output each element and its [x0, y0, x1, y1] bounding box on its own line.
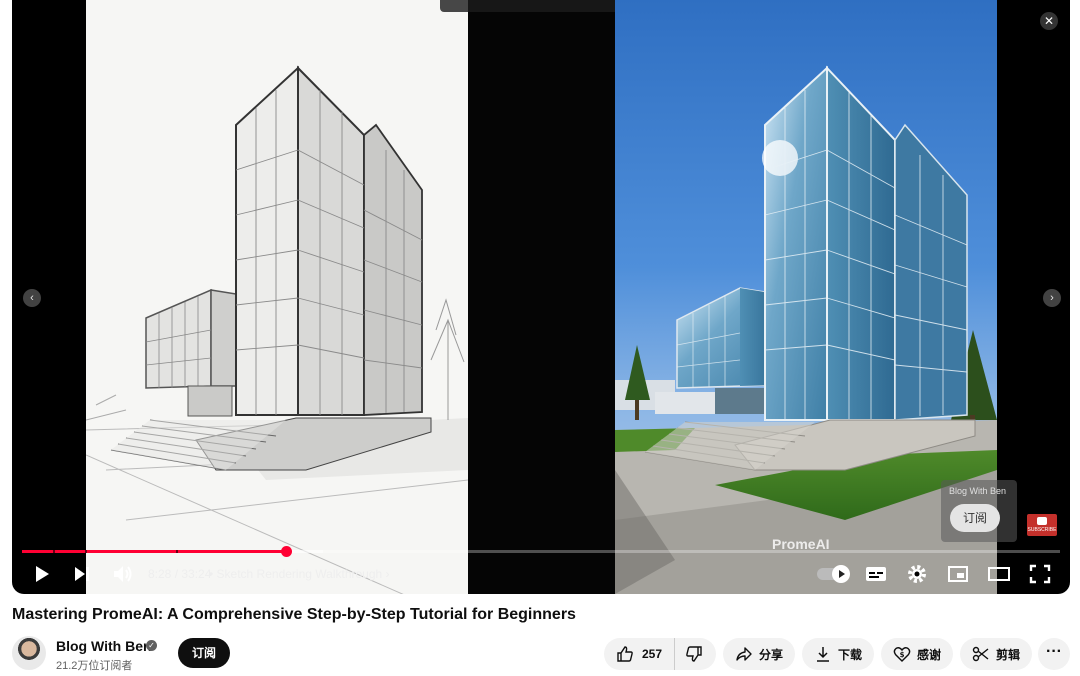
download-button[interactable]: 下载 [802, 638, 875, 670]
next-icon[interactable] [72, 562, 92, 586]
end-card-subscribe-button[interactable]: 订阅 [950, 504, 1000, 532]
like-dislike-group: 257 [604, 638, 716, 670]
share-label: 分享 [759, 647, 784, 662]
rendered-image [615, 0, 997, 594]
video-frame[interactable]: ‹ › ✕ PromeAI Blog With Ben 订阅 SUBSCRIBE [12, 0, 1070, 594]
chapter-title: • Sketch Rendering Walkthrough [209, 567, 383, 581]
play-icon[interactable] [32, 562, 52, 586]
chevron-right-icon: › [385, 567, 390, 581]
dislike-button[interactable] [675, 638, 713, 670]
channel-name-link[interactable]: Blog With Ben [56, 638, 152, 654]
progress-played [22, 550, 287, 553]
video-overlay-toolbar [440, 0, 644, 12]
end-card-subscribe[interactable]: Blog With Ben 订阅 [941, 480, 1017, 542]
thanks-label: 感谢 [917, 647, 942, 662]
video-player[interactable]: ‹ › ✕ PromeAI Blog With Ben 订阅 SUBSCRIBE [12, 0, 1070, 594]
sketch-image [86, 0, 468, 594]
svg-text:$: $ [900, 651, 905, 659]
like-count: 257 [642, 647, 663, 661]
close-icon[interactable]: ✕ [1040, 12, 1058, 30]
like-button[interactable]: 257 [604, 638, 676, 670]
time-display: 8:28 / 33:24 [148, 567, 212, 581]
share-icon [736, 647, 752, 661]
fullscreen-icon[interactable] [1029, 562, 1051, 586]
chapter-marker [53, 550, 55, 553]
thumbs-down-icon [686, 646, 702, 662]
autoplay-toggle-icon[interactable] [817, 565, 850, 583]
chapter-title-button[interactable]: • Sketch Rendering Walkthrough › [209, 567, 390, 581]
subscriber-count: 21.2万位订阅者 [56, 660, 133, 672]
theater-mode-icon[interactable] [988, 562, 1010, 586]
video-dark-region [468, 0, 615, 594]
thumbs-up-icon [617, 646, 633, 662]
download-icon [817, 647, 829, 662]
chapter-marker [85, 550, 87, 553]
chevron-right-icon[interactable]: › [1043, 289, 1061, 307]
chevron-left-icon[interactable]: ‹ [23, 289, 41, 307]
captions-icon[interactable] [865, 562, 887, 586]
clip-button[interactable]: 剪辑 [960, 638, 1033, 670]
end-card-channel-name: Blog With Ben [949, 486, 1007, 496]
volume-icon[interactable] [112, 562, 134, 586]
scissors-icon [972, 646, 989, 662]
clip-label: 剪辑 [996, 647, 1021, 662]
video-title: Mastering PromeAI: A Comprehensive Step-… [12, 606, 576, 623]
thanks-icon: $ [893, 647, 911, 662]
chapter-marker [176, 550, 178, 553]
channel-avatar[interactable] [12, 636, 46, 670]
more-actions-button[interactable]: ··· [1038, 638, 1070, 670]
settings-gear-icon[interactable] [906, 562, 928, 586]
verified-icon: ✓ [146, 640, 157, 651]
progress-bar[interactable] [22, 546, 1060, 557]
download-label: 下载 [838, 647, 863, 662]
share-button[interactable]: 分享 [723, 638, 796, 670]
thanks-button[interactable]: $ 感谢 [881, 638, 954, 670]
subscribe-badge-icon[interactable]: SUBSCRIBE [1027, 514, 1057, 536]
subscribe-button[interactable]: 订阅 [178, 638, 230, 668]
miniplayer-icon[interactable] [947, 562, 969, 586]
